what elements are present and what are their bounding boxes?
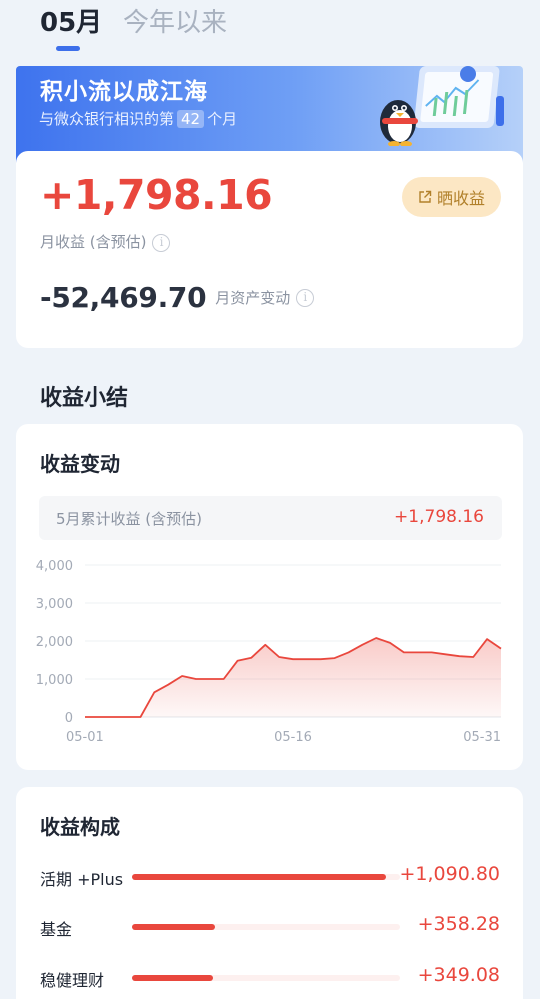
months-badge: 42 (177, 110, 205, 128)
y-tick-label: 3,000 (36, 597, 73, 612)
monthly-income-value: +1,798.16 (40, 171, 273, 219)
cumulative-income-label: 5月累计收益 (含预估) (56, 510, 203, 528)
composition-bar-track (132, 874, 400, 880)
composition-row[interactable]: 稳健理财 +349.08 (16, 961, 523, 993)
x-tick-label: 05-01 (66, 730, 104, 745)
composition-name: 稳健理财 (40, 971, 105, 990)
composition-bar-fill (132, 924, 216, 930)
cumulative-income-box: 5月累计收益 (含预估) +1,798.16 (39, 496, 502, 540)
asset-change-label: 月资产变动 (215, 289, 291, 307)
section-title: 收益小结 (40, 386, 129, 411)
composition-row[interactable]: 活期 +Plus +1,090.80 (16, 860, 523, 892)
period-tabs: 05月 今年以来 (0, 0, 540, 60)
composition-bar-track (132, 975, 400, 981)
y-tick-label: 4,000 (36, 559, 73, 574)
income-composition-card: 收益构成 活期 +Plus +1,090.80 基金 +358.28 稳健理财 +349.… (16, 787, 523, 999)
composition-name: 活期 +Plus (40, 870, 124, 889)
banner-sub-suffix: 个月 (207, 110, 238, 128)
asset-change-value: -52,469.70 (40, 281, 207, 314)
y-tick-label: 1,000 (36, 673, 73, 688)
tab-may[interactable]: 05月 (40, 6, 102, 40)
composition-bar-track (132, 924, 400, 930)
income-change-title: 收益变动 (40, 452, 120, 476)
composition-row[interactable]: 基金 +358.28 (16, 910, 523, 942)
x-tick-label: 05-31 (463, 730, 501, 745)
y-tick-label: 0 (65, 711, 73, 726)
cumulative-income-value: +1,798.16 (394, 507, 484, 527)
income-composition-title: 收益构成 (40, 815, 120, 839)
composition-name: 基金 (40, 920, 73, 939)
tab-year-to-date[interactable]: 今年以来 (123, 6, 227, 40)
composition-bar-fill (132, 874, 386, 880)
monthly-summary-card: +1,798.16 月收益 (含预估) i 晒收益 -52,469.70 月资产变… (16, 151, 523, 348)
composition-value: +1,090.80 (399, 863, 500, 885)
banner-sub-prefix: 与微众银行相识的第 (39, 110, 175, 128)
monthly-income-label-text: 月收益 (含预估) (40, 233, 147, 251)
tab-indicator (56, 46, 80, 51)
x-tick-label: 05-16 (274, 730, 312, 745)
penguin-chart-illustration (380, 66, 504, 146)
share-income-label: 晒收益 (436, 189, 485, 208)
asset-change-row: -52,469.70 月资产变动 i (40, 281, 315, 314)
y-tick-label: 2,000 (36, 635, 73, 650)
share-income-button[interactable]: 晒收益 (402, 177, 501, 217)
composition-value: +358.28 (417, 913, 500, 935)
composition-value: +349.08 (417, 964, 500, 986)
composition-bar-fill (132, 975, 214, 981)
info-icon[interactable]: i (296, 288, 315, 307)
share-icon (419, 190, 432, 203)
info-icon[interactable]: i (152, 233, 171, 252)
monthly-income-label: 月收益 (含预估) i (40, 231, 171, 252)
income-change-card: 收益变动 5月累计收益 (含预估) +1,798.16 4,000 3,000 2,… (16, 424, 523, 770)
banner-subtitle: 与微众银行相识的第 42 个月 (39, 108, 237, 129)
banner-title: 积小流以成江海 (40, 79, 208, 105)
income-area-chart: 4,000 3,000 2,000 1,000 0 05-01 05-16 05-31 (36, 559, 502, 745)
